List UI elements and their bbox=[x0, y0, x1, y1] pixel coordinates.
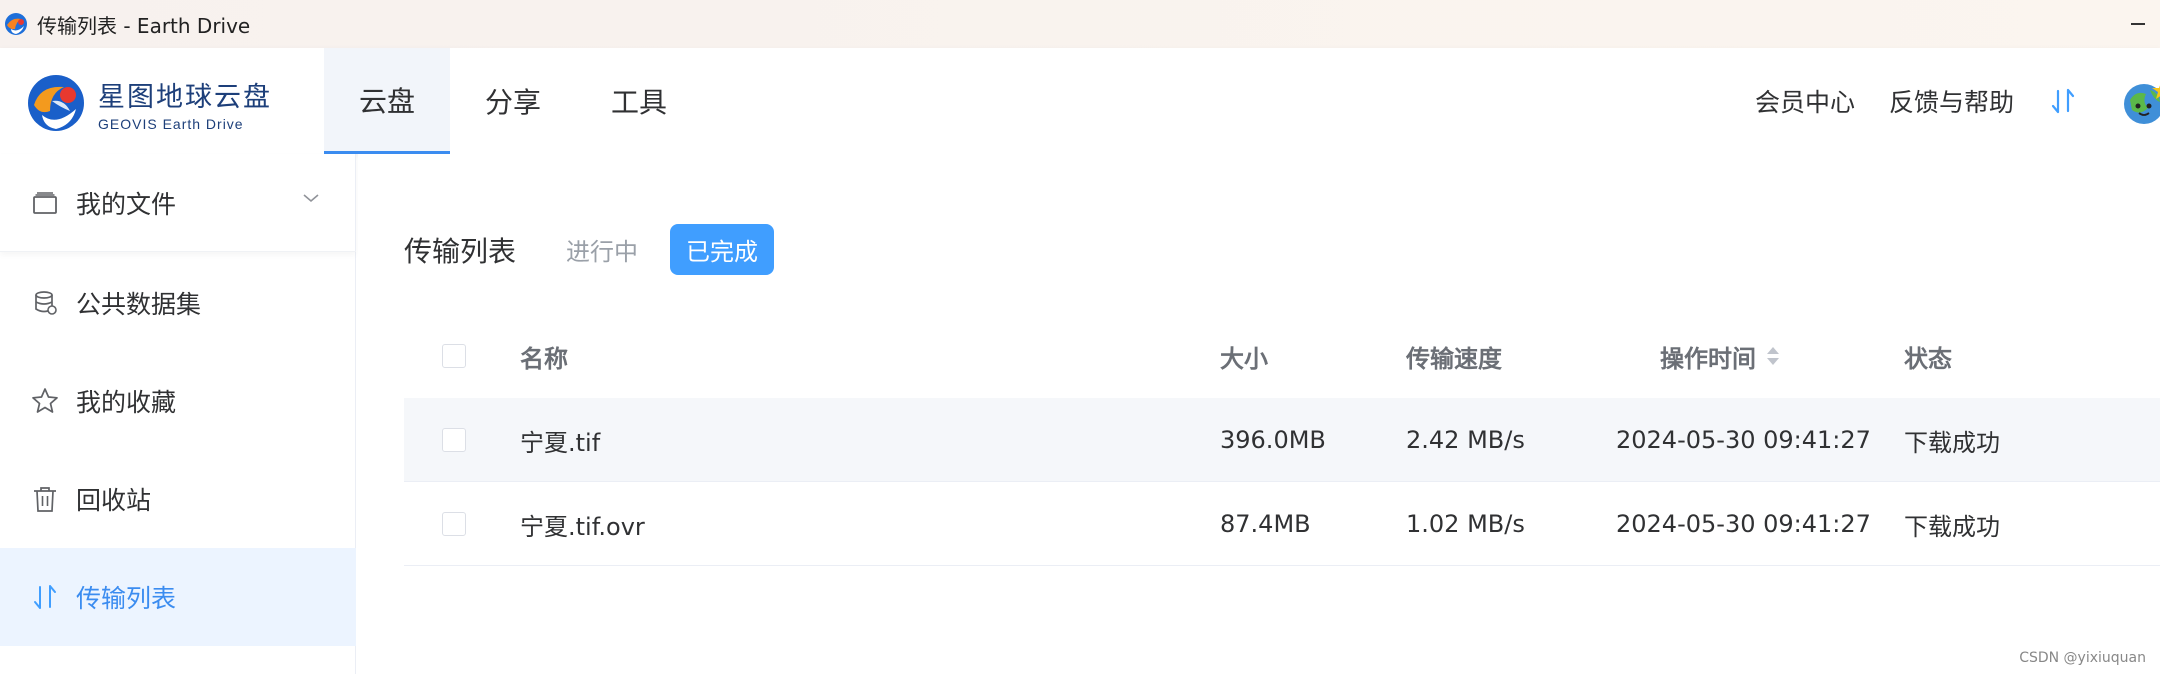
file-size: 396.0MB bbox=[1220, 426, 1326, 454]
main-content: 传输列表 进行中 已完成 名称 大小 传输速度 操作时间 状态 宁夏.tif 3… bbox=[358, 154, 2160, 674]
folder-icon bbox=[33, 191, 57, 214]
page-title: 传输列表 bbox=[404, 234, 517, 268]
table-row[interactable]: 宁夏.tif.ovr 87.4MB 1.02 MB/s 2024-05-30 0… bbox=[404, 482, 2160, 566]
sidebar-item-label: 我的收藏 bbox=[76, 388, 177, 417]
select-all-checkbox[interactable] bbox=[442, 344, 466, 368]
transfer-tabs: 传输列表 进行中 已完成 bbox=[404, 224, 775, 275]
nav-tab-share[interactable]: 分享 bbox=[450, 48, 576, 154]
sort-icon[interactable] bbox=[1766, 345, 1780, 367]
top-header: 星图地球云盘 GEOVIS Earth Drive 云盘 分享 工具 会员中心 … bbox=[0, 48, 2160, 154]
chevron-down-icon[interactable] bbox=[302, 192, 320, 204]
feedback-help-link[interactable]: 反馈与帮助 bbox=[1889, 83, 2014, 119]
user-avatar[interactable] bbox=[2122, 76, 2160, 126]
nav-tab-cloud-disk[interactable]: 云盘 bbox=[324, 48, 450, 154]
window-titlebar: 传输列表 - Earth Drive bbox=[0, 0, 2160, 48]
geovis-logo-icon bbox=[28, 75, 84, 131]
status-text: 下载成功 bbox=[1904, 512, 2000, 541]
sidebar: 我的文件 公共数据集 我的收藏 回收站 传输列表 bbox=[0, 154, 356, 674]
file-name[interactable]: 宁夏.tif.ovr bbox=[520, 482, 645, 566]
sidebar-item-label: 传输列表 bbox=[76, 584, 177, 613]
watermark: CSDN @yixiuquan bbox=[2019, 650, 2146, 666]
file-size: 87.4MB bbox=[1220, 510, 1311, 538]
transfer-speed: 1.02 MB/s bbox=[1406, 510, 1525, 538]
window-title: 传输列表 - Earth Drive bbox=[37, 13, 251, 38]
status-text: 下载成功 bbox=[1904, 428, 2000, 457]
minimize-button[interactable] bbox=[2100, 0, 2160, 48]
star-icon bbox=[32, 388, 58, 413]
sidebar-item-public-datasets[interactable]: 公共数据集 bbox=[0, 254, 356, 352]
sidebar-item-label: 我的文件 bbox=[76, 189, 177, 219]
table-row[interactable]: 宁夏.tif 396.0MB 2.42 MB/s 2024-05-30 09:4… bbox=[404, 398, 2160, 482]
file-name[interactable]: 宁夏.tif bbox=[520, 398, 600, 482]
tab-in-progress[interactable]: 进行中 bbox=[566, 232, 638, 267]
sidebar-item-transfer-list[interactable]: 传输列表 bbox=[0, 548, 356, 646]
column-header-size: 大小 bbox=[1220, 344, 1268, 373]
database-icon bbox=[35, 291, 57, 315]
sidebar-item-label: 回收站 bbox=[76, 486, 152, 515]
column-header-time-label: 操作时间 bbox=[1660, 344, 1756, 373]
operation-time: 2024-05-30 09:41:27 bbox=[1616, 426, 1871, 454]
operation-time: 2024-05-30 09:41:27 bbox=[1616, 510, 1871, 538]
vip-center-link[interactable]: 会员中心 bbox=[1755, 83, 1855, 119]
column-header-status: 状态 bbox=[1904, 344, 1952, 373]
transfer-arrows-icon[interactable] bbox=[2048, 86, 2078, 116]
column-header-time[interactable]: 操作时间 bbox=[1660, 339, 1780, 374]
logo-name-cn: 星图地球云盘 bbox=[98, 81, 272, 113]
row-checkbox[interactable] bbox=[442, 428, 466, 452]
transfer-speed: 2.42 MB/s bbox=[1406, 426, 1525, 454]
trash-icon bbox=[34, 487, 56, 512]
header-actions: 会员中心 反馈与帮助 bbox=[1755, 48, 2160, 154]
tab-completed[interactable]: 已完成 bbox=[670, 224, 775, 275]
sidebar-item-my-files[interactable]: 我的文件 bbox=[0, 154, 356, 252]
sidebar-item-recycle-bin[interactable]: 回收站 bbox=[0, 450, 356, 548]
transfer-arrows-icon bbox=[34, 585, 56, 609]
row-checkbox[interactable] bbox=[442, 512, 466, 536]
sidebar-item-favorites[interactable]: 我的收藏 bbox=[0, 352, 356, 450]
sidebar-item-label: 公共数据集 bbox=[76, 290, 202, 319]
table-header: 名称 大小 传输速度 操作时间 状态 bbox=[404, 314, 2160, 398]
column-header-name: 名称 bbox=[520, 344, 568, 373]
main-nav: 云盘 分享 工具 bbox=[324, 48, 702, 154]
app-logo[interactable]: 星图地球云盘 GEOVIS Earth Drive bbox=[24, 68, 274, 138]
logo-name-en: GEOVIS Earth Drive bbox=[98, 115, 244, 132]
transfer-table: 名称 大小 传输速度 操作时间 状态 宁夏.tif 396.0MB 2.42 M… bbox=[404, 314, 2160, 566]
earth-drive-icon bbox=[5, 13, 27, 35]
nav-tab-tools[interactable]: 工具 bbox=[576, 48, 702, 154]
column-header-speed: 传输速度 bbox=[1406, 344, 1502, 373]
